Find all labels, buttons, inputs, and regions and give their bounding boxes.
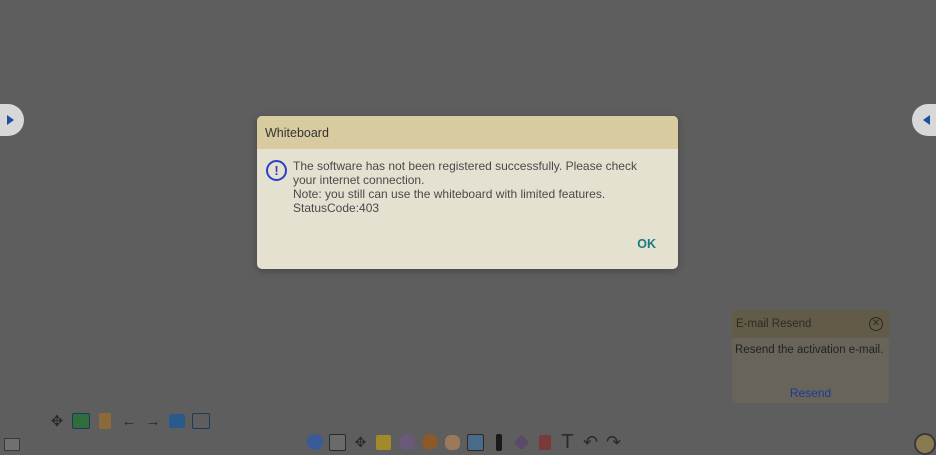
users-icon[interactable] [304,431,325,453]
folder-icon[interactable] [373,431,394,453]
ok-button[interactable]: OK [635,235,658,253]
add-page-icon[interactable] [166,410,188,432]
expand-left-icon [922,115,930,125]
arrow-left-icon[interactable]: ← [118,410,140,432]
message-line: Note: you still can use the whiteboard w… [293,187,606,201]
arrow-right-icon[interactable]: → [142,410,164,432]
message-line: The software has not been registered suc… [293,159,637,173]
page-number-icon[interactable] [190,410,212,432]
select-icon[interactable] [465,431,486,453]
dialog-message: The software has not been registered suc… [293,159,637,215]
close-icon[interactable]: ✕ [869,317,883,331]
resend-button[interactable]: Resend [732,386,889,400]
left-panel-toggle[interactable] [0,104,24,136]
dialog-body: ! The software has not been registered s… [257,149,678,215]
resend-message: Resend the activation e-mail. [735,344,884,356]
move-icon[interactable]: ✥ [46,410,68,432]
resend-header: E-mail Resend ✕ [732,310,889,338]
right-panel-toggle[interactable] [912,104,936,136]
move-icon[interactable]: ✥ [350,431,371,453]
bottom-toolbar: ✥ T ↶ ↷ [304,431,624,453]
undo-icon[interactable]: ↶ [580,431,601,453]
magic-pen-icon[interactable] [534,431,555,453]
exclamation-circle-icon: ! [266,160,287,181]
hand-icon[interactable] [442,431,463,453]
screen-capture-icon[interactable] [327,431,348,453]
settings-badge-icon[interactable] [914,433,936,455]
registration-dialog: Whiteboard ! The software has not been r… [257,116,678,269]
pen-icon[interactable] [488,431,509,453]
email-resend-panel: E-mail Resend ✕ Resend the activation e-… [732,310,889,403]
book-icon[interactable] [94,410,116,432]
gallery-icon[interactable] [4,438,20,451]
eraser-icon[interactable] [511,431,532,453]
redo-icon[interactable]: ↷ [603,431,624,453]
text-icon[interactable]: T [557,431,578,453]
message-line: StatusCode:403 [293,201,380,215]
browser-icon[interactable] [419,431,440,453]
settings-icon[interactable] [396,431,417,453]
image-icon[interactable] [70,410,92,432]
left-toolbar: ✥ ← → [46,410,212,432]
message-line: your internet connection. [293,173,425,187]
dialog-title: Whiteboard [257,116,678,149]
expand-right-icon [6,115,14,125]
resend-title: E-mail Resend [736,318,812,330]
